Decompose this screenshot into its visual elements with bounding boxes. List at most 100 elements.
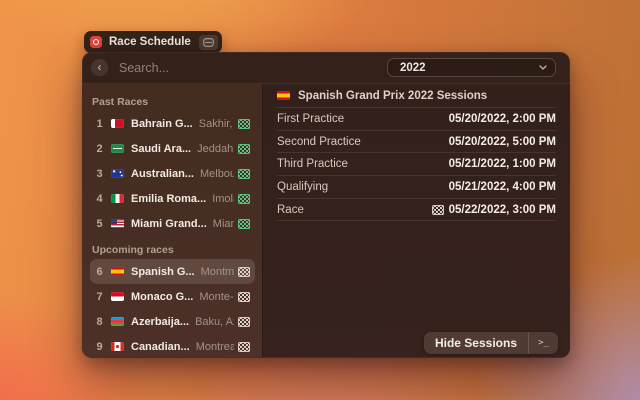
race-index: 3: [95, 168, 104, 180]
sidebar-section: Upcoming races 6 Spanish G... Montmeló,.…: [82, 244, 262, 358]
hide-sessions-label: Hide Sessions: [435, 336, 517, 350]
session-datetime: 05/22/2022, 3:00 PM: [449, 204, 556, 216]
detach-window-button[interactable]: [199, 35, 218, 50]
race-location: Jeddah, Sa...: [197, 143, 234, 155]
desktop-background: Race Schedule ‹ 2022 Past Races: [0, 0, 640, 400]
raycast-extension-icon: [90, 36, 102, 48]
session-value-group: 05/21/2022, 1:00 PM: [449, 158, 556, 170]
race-sidebar: Past Races 1 Bahrain G... Sakhir, Bahr..…: [82, 84, 263, 357]
checkered-flag-green-icon: [238, 144, 250, 154]
detach-window-icon: [203, 38, 214, 47]
session-value-group: 05/20/2022, 2:00 PM: [449, 113, 556, 125]
race-name: Emilia Roma...: [131, 193, 206, 205]
sidebar-section: Past Races 1 Bahrain G... Sakhir, Bahr..…: [82, 96, 262, 236]
window-title: Race Schedule: [109, 36, 191, 48]
search-input[interactable]: [117, 60, 387, 76]
session-label: Race: [277, 204, 304, 216]
race-index: 2: [95, 143, 104, 155]
race-list: 1 Bahrain G... Sakhir, Bahr... 2 Saudi A…: [82, 111, 262, 236]
flag-bahrain-icon: [111, 119, 124, 128]
race-name: Bahrain G...: [131, 118, 193, 130]
checkered-flag-white-icon: [238, 267, 250, 277]
race-location: Miami, USA: [213, 218, 234, 230]
session-row: First Practice 05/20/2022, 2:00 PM: [277, 108, 556, 131]
year-dropdown-value: 2022: [400, 62, 426, 74]
race-name: Saudi Ara...: [131, 143, 191, 155]
flag-azerbaijan-icon: [111, 317, 124, 326]
race-list-item[interactable]: 2 Saudi Ara... Jeddah, Sa...: [90, 136, 255, 161]
race-list-item[interactable]: 9 Canadian... Montreal, C...: [90, 334, 255, 358]
session-value-group: 05/21/2022, 4:00 PM: [449, 181, 556, 193]
session-datetime: 05/20/2022, 2:00 PM: [449, 113, 556, 125]
checkered-flag-white-icon: [238, 292, 250, 302]
race-location: Baku, Azerb...: [195, 316, 234, 328]
session-row: Second Practice 05/20/2022, 5:00 PM: [277, 131, 556, 154]
toolbar: ‹ 2022: [82, 52, 570, 84]
race-list: 6 Spanish G... Montmeló,... 7 Monaco G..…: [82, 259, 262, 358]
flag-usa-icon: [111, 219, 124, 228]
session-row: Qualifying 05/21/2022, 4:00 PM: [277, 176, 556, 199]
race-name: Canadian...: [131, 341, 190, 353]
checkered-flag-green-icon: [238, 219, 250, 229]
section-header: Past Races: [92, 96, 252, 108]
race-list-item[interactable]: 5 Miami Grand... Miami, USA: [90, 211, 255, 236]
race-location: Montmeló,...: [201, 266, 234, 278]
flag-spain-icon: [277, 91, 290, 100]
chevron-left-icon: ‹: [98, 61, 102, 73]
race-index: 1: [95, 118, 104, 130]
race-location: Imola, Italy: [212, 193, 234, 205]
checkered-flag-white-icon: [432, 205, 444, 215]
session-row: Third Practice 05/21/2022, 1:00 PM: [277, 153, 556, 176]
race-name: Spanish G...: [131, 266, 195, 278]
race-name: Australian...: [131, 168, 194, 180]
race-location: Monte-Carl...: [199, 291, 234, 303]
race-location: Sakhir, Bahr...: [199, 118, 234, 130]
race-index: 4: [95, 193, 104, 205]
action-bar: Hide Sessions >_: [424, 332, 558, 354]
app-window: ‹ 2022 Past Races 1 Bahrain G... Sakhir,…: [82, 52, 570, 358]
sessions-header: Spanish Grand Prix 2022 Sessions: [277, 84, 556, 108]
session-value-group: 05/22/2022, 3:00 PM: [432, 204, 556, 216]
flag-italy-icon: [111, 194, 124, 203]
session-datetime: 05/21/2022, 1:00 PM: [449, 158, 556, 170]
back-button[interactable]: ‹: [91, 59, 108, 76]
race-list-item[interactable]: 4 Emilia Roma... Imola, Italy: [90, 186, 255, 211]
race-location: Montreal, C...: [196, 341, 234, 353]
flag-spain-icon: [111, 267, 124, 276]
actions-shortcut-button[interactable]: >_: [528, 332, 558, 354]
session-row: Race 05/22/2022, 3:00 PM: [277, 199, 556, 222]
race-index: 8: [95, 316, 104, 328]
year-dropdown[interactable]: 2022: [387, 58, 556, 77]
race-index: 9: [95, 341, 104, 353]
session-datetime: 05/21/2022, 4:00 PM: [449, 181, 556, 193]
race-name: Monaco G...: [131, 291, 193, 303]
race-list-item[interactable]: 8 Azerbaija... Baku, Azerb...: [90, 309, 255, 334]
terminal-prompt-icon: >_: [538, 338, 549, 348]
race-location: Melbourne,...: [200, 168, 234, 180]
flag-saudi-arabia-icon: [111, 144, 124, 153]
flag-australia-icon: [111, 169, 124, 178]
race-index: 7: [95, 291, 104, 303]
hide-sessions-button[interactable]: Hide Sessions: [424, 332, 528, 354]
session-label: Third Practice: [277, 158, 348, 170]
flag-monaco-icon: [111, 292, 124, 301]
checkered-flag-white-icon: [238, 317, 250, 327]
race-list-item[interactable]: 1 Bahrain G... Sakhir, Bahr...: [90, 111, 255, 136]
checkered-flag-green-icon: [238, 169, 250, 179]
session-value-group: 05/20/2022, 5:00 PM: [449, 136, 556, 148]
session-label: First Practice: [277, 113, 344, 125]
race-index: 6: [95, 266, 104, 278]
checkered-flag-green-icon: [238, 119, 250, 129]
sessions-panel: Spanish Grand Prix 2022 Sessions First P…: [263, 84, 570, 357]
checkered-flag-green-icon: [238, 194, 250, 204]
race-list-item[interactable]: 6 Spanish G... Montmeló,...: [90, 259, 255, 284]
window-body: Past Races 1 Bahrain G... Sakhir, Bahr..…: [82, 84, 570, 357]
window-title-pill[interactable]: Race Schedule: [84, 31, 222, 53]
section-header: Upcoming races: [92, 244, 252, 256]
race-list-item[interactable]: 3 Australian... Melbourne,...: [90, 161, 255, 186]
session-datetime: 05/20/2022, 5:00 PM: [449, 136, 556, 148]
chevron-down-icon: [539, 65, 547, 70]
sessions-list: First Practice 05/20/2022, 2:00 PM Secon…: [277, 108, 556, 221]
race-list-item[interactable]: 7 Monaco G... Monte-Carl...: [90, 284, 255, 309]
checkered-flag-white-icon: [238, 342, 250, 352]
